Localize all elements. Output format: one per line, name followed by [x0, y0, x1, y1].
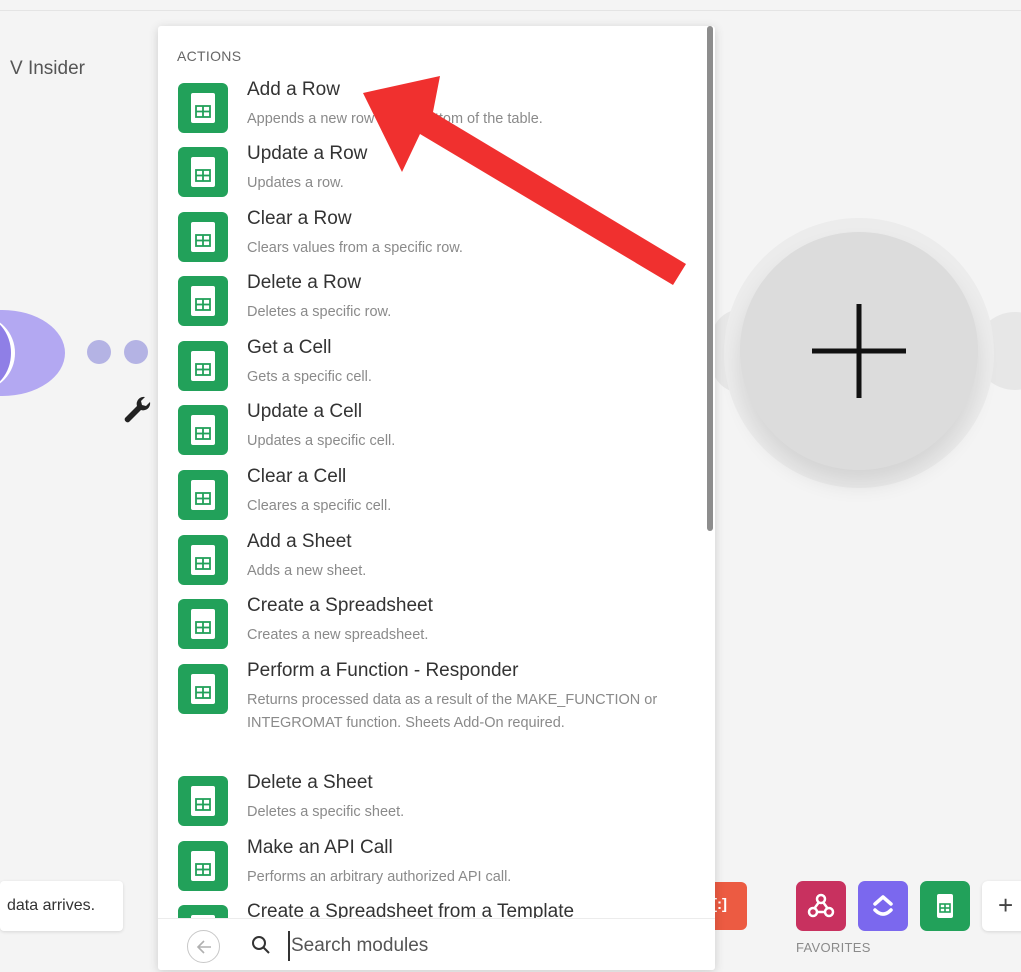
action-item[interactable]: Delete a Sheet Deletes a specific sheet. [158, 772, 706, 832]
action-title: Update a Row [247, 143, 368, 164]
favorite-google-sheets[interactable] [920, 881, 970, 931]
canvas-divider [0, 10, 1021, 11]
favorite-webhooks[interactable] [796, 881, 846, 931]
action-app-icon [178, 276, 228, 326]
action-item[interactable]: Create a Spreadsheet from a Template [158, 901, 706, 918]
google-sheets-icon [191, 786, 215, 816]
action-title: Make an API Call [247, 837, 393, 858]
panel-scrollbar[interactable] [707, 26, 713, 531]
google-sheets-icon [191, 351, 215, 381]
connector-dot [124, 340, 148, 364]
connector-dot [87, 340, 111, 364]
arrow-left-icon [196, 940, 211, 954]
google-sheets-icon [191, 480, 215, 510]
action-title: Perform a Function - Responder [247, 660, 519, 681]
action-app-icon [178, 535, 228, 585]
scenario-canvas[interactable]: V Insider data arrives. [:] + FAVORITES … [0, 0, 1021, 972]
action-title: Clear a Cell [247, 466, 347, 487]
action-item[interactable]: Get a Cell Gets a specific cell. [158, 337, 706, 397]
action-item[interactable]: Perform a Function - Responder Returns pr… [158, 660, 706, 765]
google-sheets-icon [191, 286, 215, 316]
action-description: Deletes a specific sheet. [247, 804, 405, 820]
google-sheets-icon [191, 415, 215, 445]
action-app-icon [178, 664, 228, 714]
action-description: Performs an arbitrary authorized API cal… [247, 869, 512, 885]
action-description: Appends a new row to the bottom of the t… [247, 111, 543, 127]
wrench-icon[interactable] [120, 393, 154, 427]
webhook-icon [807, 893, 835, 918]
action-description: Updates a row. [247, 175, 344, 191]
hint-chip: data arrives. [0, 881, 123, 931]
action-description: Returns processed data as a result of th… [247, 692, 658, 731]
action-item[interactable]: Update a Cell Updates a specific cell. [158, 401, 706, 461]
search-icon [252, 936, 270, 954]
action-item[interactable]: Make an API Call Performs an arbitrary au… [158, 837, 706, 897]
scenario-label: V Insider [10, 58, 85, 79]
action-description: Cleares a specific cell. [247, 498, 392, 514]
action-title: Add a Row [247, 79, 340, 100]
action-title: Update a Cell [247, 401, 363, 422]
add-favorite-button[interactable]: + [982, 881, 1021, 931]
action-app-icon [178, 147, 228, 197]
action-title: Delete a Row [247, 272, 362, 293]
google-sheets-icon [191, 674, 215, 704]
action-item[interactable]: Clear a Row Clears values from a specific… [158, 208, 706, 268]
action-app-icon [178, 405, 228, 455]
favorites-label: FAVORITES [796, 940, 871, 955]
action-item[interactable]: Add a Sheet Adds a new sheet. [158, 531, 706, 591]
add-module-button[interactable] [740, 232, 978, 470]
action-description: Updates a specific cell. [247, 433, 396, 449]
action-title: Clear a Row [247, 208, 352, 229]
action-app-icon [178, 212, 228, 262]
google-sheets-icon [191, 609, 215, 639]
action-app-icon [178, 83, 228, 133]
action-app-icon [178, 470, 228, 520]
action-item[interactable]: Add a Row Appends a new row to the bottom… [158, 79, 706, 139]
action-title: Add a Sheet [247, 531, 352, 552]
clickup-icon [873, 895, 893, 916]
action-title: Create a Spreadsheet [247, 595, 433, 616]
google-sheets-icon [191, 545, 215, 575]
action-app-icon [178, 905, 228, 918]
search-bar [158, 918, 715, 970]
google-sheets-icon [191, 157, 215, 187]
action-item[interactable]: Clear a Cell Cleares a specific cell. [158, 466, 706, 526]
action-item[interactable]: Create a Spreadsheet Creates a new spread… [158, 595, 706, 655]
action-app-icon [178, 776, 228, 826]
google-sheets-icon [191, 222, 215, 252]
google-sheets-icon [191, 851, 215, 881]
plus-icon [812, 304, 906, 398]
action-description: Deletes a specific row. [247, 304, 392, 320]
google-sheets-icon [191, 93, 215, 123]
action-title: Delete a Sheet [247, 772, 373, 793]
action-title: Create a Spreadsheet from a Template [247, 901, 575, 918]
action-description: Adds a new sheet. [247, 563, 367, 579]
action-description: Clears values from a specific row. [247, 240, 463, 256]
favorite-clickup[interactable] [858, 881, 908, 931]
back-button[interactable] [187, 930, 220, 963]
actions-list[interactable]: ACTIONS Add a Row Appends a new row to th… [158, 26, 715, 918]
action-description: Creates a new spreadsheet. [247, 627, 429, 643]
action-app-icon [178, 841, 228, 891]
section-label-actions: ACTIONS [177, 48, 242, 64]
action-item[interactable]: Update a Row Updates a row. [158, 143, 706, 203]
google-sheets-icon [937, 894, 953, 918]
action-item[interactable]: Delete a Row Deletes a specific row. [158, 272, 706, 332]
action-app-icon [178, 341, 228, 391]
action-app-icon [178, 599, 228, 649]
module-picker-panel: ACTIONS Add a Row Appends a new row to th… [158, 26, 715, 970]
search-modules-input[interactable] [288, 931, 688, 961]
action-title: Get a Cell [247, 337, 332, 358]
action-description: Gets a specific cell. [247, 369, 372, 385]
